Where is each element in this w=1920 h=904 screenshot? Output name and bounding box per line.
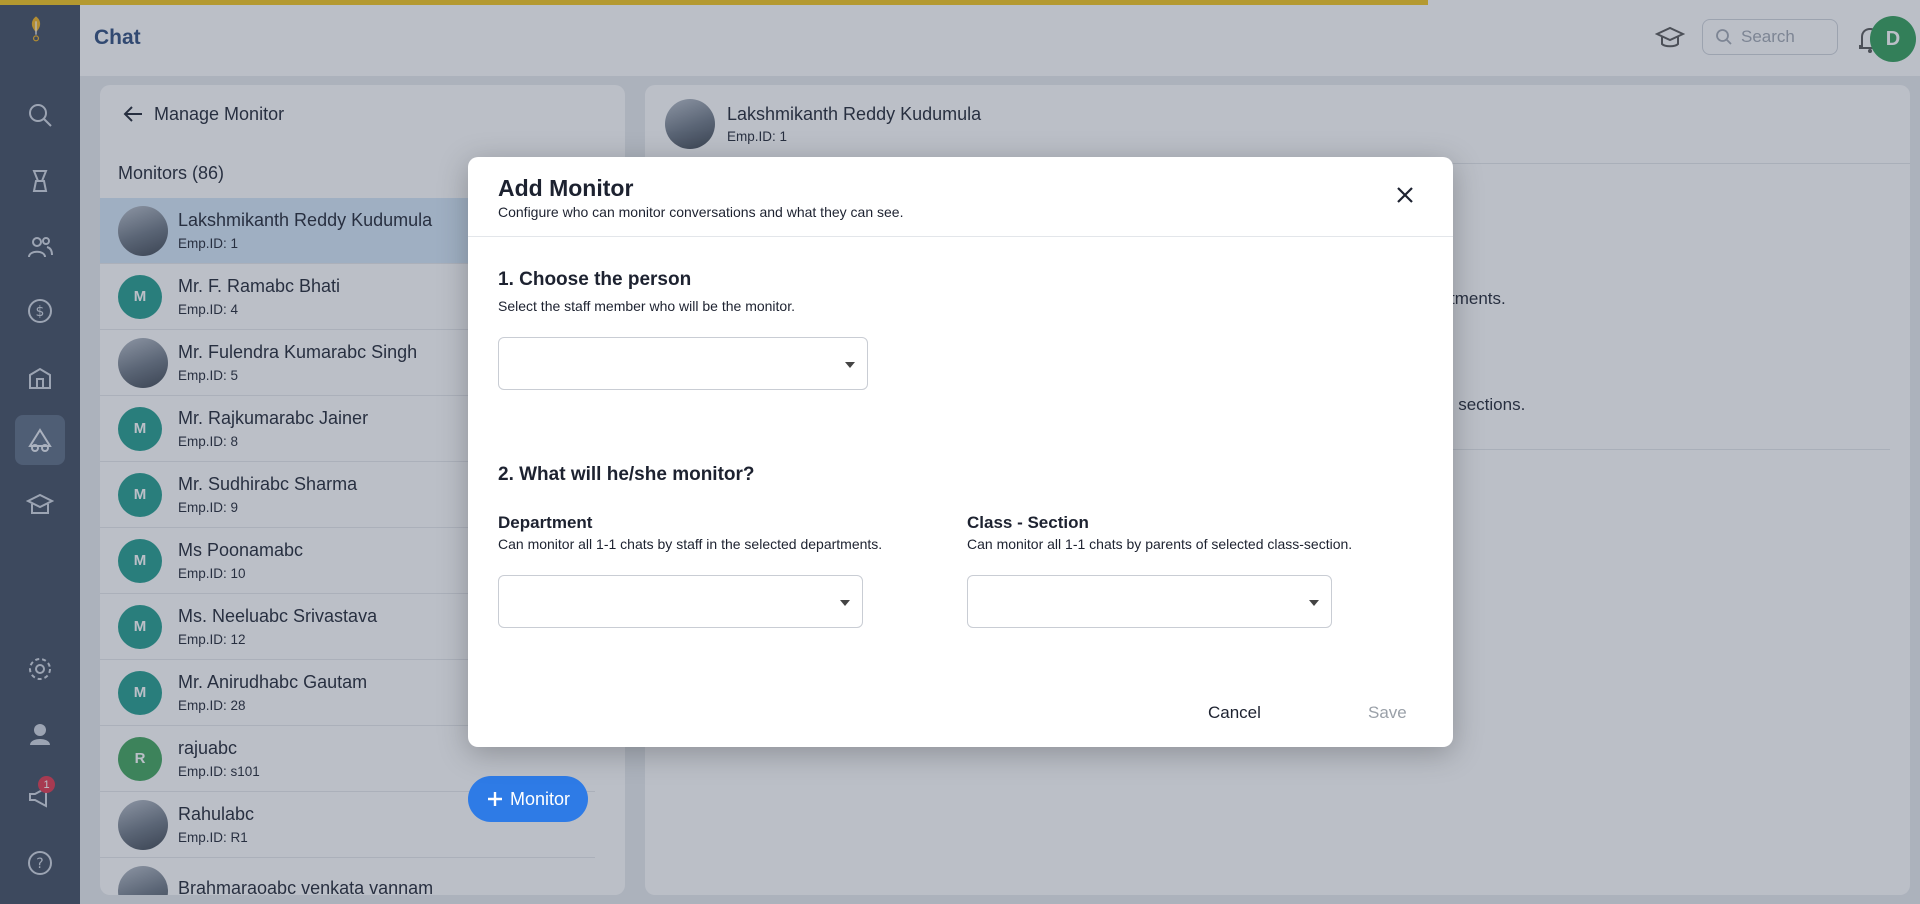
department-select[interactable] [498, 575, 863, 628]
step1-title: 1. Choose the person [498, 269, 692, 290]
class-section-help: Can monitor all 1-1 chats by parents of … [967, 536, 1353, 552]
department-help: Can monitor all 1-1 chats by staff in th… [498, 536, 883, 552]
divider [468, 236, 1453, 237]
cancel-button[interactable]: Cancel [1208, 703, 1261, 723]
close-icon[interactable] [1393, 183, 1417, 207]
person-select[interactable] [498, 337, 868, 390]
add-monitor-button[interactable]: Monitor [468, 776, 588, 822]
chevron-down-icon [840, 600, 850, 606]
class-section-label: Class - Section [967, 513, 1089, 532]
dialog-subtitle: Configure who can monitor conversations … [498, 204, 904, 220]
chevron-down-icon [1309, 600, 1319, 606]
step1-help: Select the staff member who will be the … [498, 298, 795, 314]
chevron-down-icon [845, 362, 855, 368]
add-monitor-dialog: Add Monitor Configure who can monitor co… [468, 157, 1453, 747]
save-button[interactable]: Save [1368, 703, 1407, 723]
plus-icon [487, 792, 502, 806]
dialog-title: Add Monitor [498, 175, 634, 201]
add-monitor-label: Monitor [509, 788, 571, 809]
step2-title: 2. What will he/she monitor? [498, 464, 755, 485]
department-label: Department [498, 513, 593, 532]
class-section-select[interactable] [967, 575, 1332, 628]
